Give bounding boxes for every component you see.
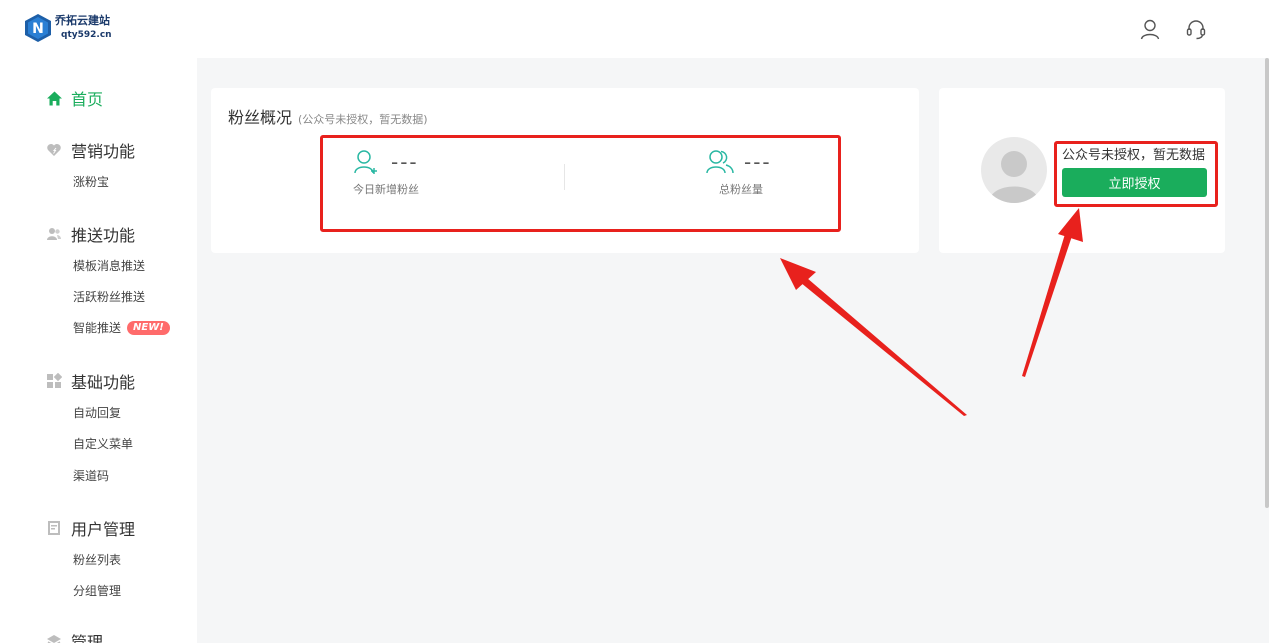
logo-domain: qty592.cn xyxy=(61,30,112,40)
top-header: N 乔拓云建站 qty592.cn xyxy=(0,0,1269,58)
sidebar-item-template-push[interactable]: 模板消息推送 xyxy=(73,257,145,274)
logo-text: 乔拓云建站 qty592.cn xyxy=(55,14,112,42)
layers-icon xyxy=(47,635,61,643)
sidebar-item-channel-code[interactable]: 渠道码 xyxy=(73,467,109,484)
sidebar-item-auto-reply[interactable]: 自动回复 xyxy=(73,404,121,421)
sidebar-item-label: 智能推送 xyxy=(73,321,122,335)
new-badge: NEW! xyxy=(127,320,170,335)
sidebar-group-basic: 基础功能 xyxy=(46,369,135,393)
sidebar-item-home[interactable]: 首页 xyxy=(46,86,103,110)
home-icon xyxy=(47,91,62,105)
logo[interactable]: N 乔拓云建站 qty592.cn xyxy=(24,13,112,43)
grid-icon xyxy=(47,373,62,388)
logo-hexagon-icon: N xyxy=(25,14,51,42)
arrow-to-stats xyxy=(780,258,967,416)
card-subtitle: (公众号未授权，暂无数据) xyxy=(298,113,428,126)
scrollbar[interactable] xyxy=(1265,58,1269,508)
sidebar-home-label: 首页 xyxy=(71,90,104,109)
sidebar-group-management: 管理 xyxy=(46,629,103,643)
sidebar-item-label: 活跃粉丝推送 xyxy=(73,290,146,304)
sidebar: 首页 营销功能 涨粉宝 推送功能 模板消息推送 活跃粉丝推送 智能推送 NEW! xyxy=(0,58,197,643)
annotation-highlight-auth xyxy=(1054,141,1218,207)
sidebar-item-smart-push[interactable]: 智能推送 NEW! xyxy=(73,319,170,336)
sidebar-item-label: 涨粉宝 xyxy=(73,175,110,189)
sidebar-group-user-management: 用户管理 xyxy=(46,516,135,540)
sidebar-item-fan-growth[interactable]: 涨粉宝 xyxy=(73,173,109,190)
logo-name: 乔拓云建站 xyxy=(55,14,110,27)
annotation-highlight-stats xyxy=(320,135,841,232)
sidebar-group-label: 营销功能 xyxy=(71,142,136,161)
svg-text:N: N xyxy=(32,21,44,37)
sidebar-item-label: 渠道码 xyxy=(73,469,110,483)
fans-overview-title: 粉丝概况 (公众号未授权，暂无数据) xyxy=(228,104,428,128)
people-icon xyxy=(47,228,61,240)
sidebar-item-group-management[interactable]: 分组管理 xyxy=(73,582,121,599)
sidebar-group-marketing: 营销功能 xyxy=(46,138,135,162)
heart-icon xyxy=(47,144,61,156)
sidebar-item-active-fans-push[interactable]: 活跃粉丝推送 xyxy=(73,288,145,305)
sidebar-group-push: 推送功能 xyxy=(46,222,135,246)
sidebar-item-custom-menu[interactable]: 自定义菜单 xyxy=(73,435,133,452)
sidebar-item-label: 自动回复 xyxy=(73,406,122,420)
sidebar-item-label: 模板消息推送 xyxy=(73,259,146,273)
sidebar-group-label: 推送功能 xyxy=(71,226,136,245)
sidebar-group-label: 用户管理 xyxy=(71,520,136,539)
sidebar-item-label: 粉丝列表 xyxy=(73,553,122,567)
sidebar-item-label: 分组管理 xyxy=(73,584,122,598)
avatar xyxy=(981,137,1047,203)
sidebar-group-label: 管理 xyxy=(71,633,104,643)
user-icon[interactable] xyxy=(1139,18,1161,40)
book-icon xyxy=(48,521,60,535)
sidebar-item-fan-list[interactable]: 粉丝列表 xyxy=(73,551,121,568)
avatar-placeholder-icon xyxy=(989,151,1039,203)
sidebar-group-label: 基础功能 xyxy=(71,373,136,392)
headset-icon[interactable] xyxy=(1185,18,1207,40)
sidebar-item-label: 自定义菜单 xyxy=(73,437,134,451)
card-title-text: 粉丝概况 xyxy=(228,108,293,127)
